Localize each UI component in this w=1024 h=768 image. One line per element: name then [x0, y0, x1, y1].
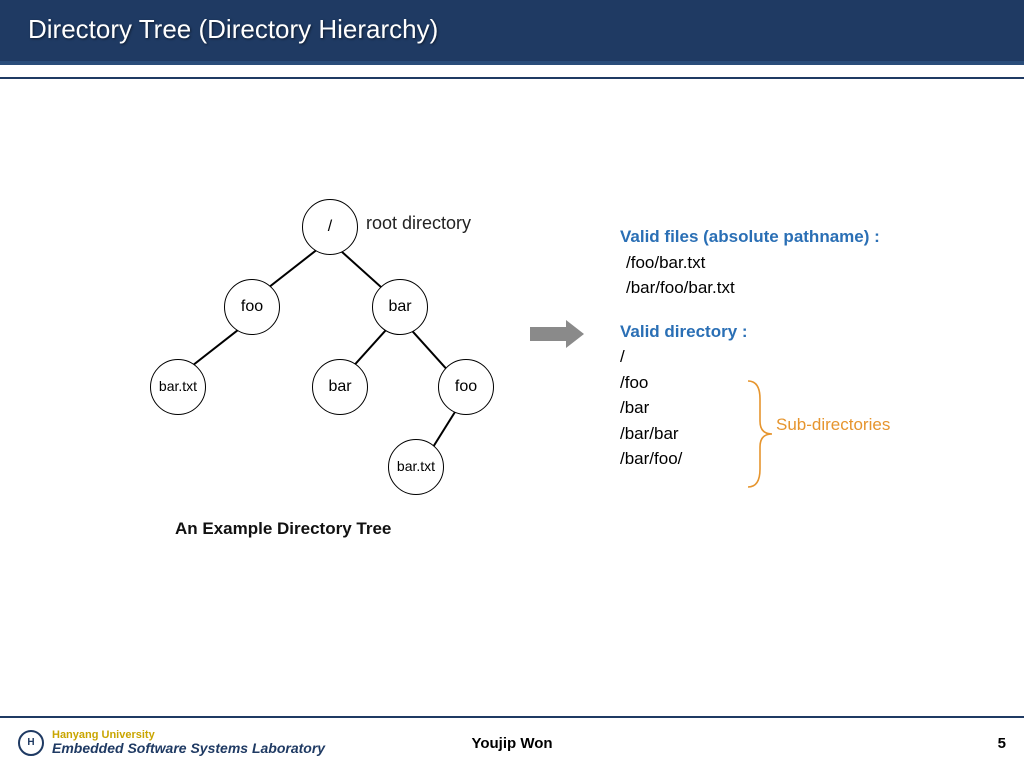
node-label: /: [328, 218, 332, 236]
slide-body: / foo bar bar.txt bar foo bar.txt root d…: [0, 79, 1024, 669]
file-path: /bar/foo/bar.txt: [620, 275, 880, 301]
node-bar-2: bar: [312, 359, 368, 415]
slide-footer: H Hanyang University Embedded Software S…: [0, 716, 1024, 768]
node-bar: bar: [372, 279, 428, 335]
slide-header: Directory Tree (Directory Hierarchy): [0, 0, 1024, 65]
author-name: Youjip Won: [471, 735, 552, 752]
dir-path: /: [620, 344, 880, 370]
brace-icon: [744, 379, 774, 489]
lab-branding: H Hanyang University Embedded Software S…: [18, 730, 325, 756]
arrow-icon: [530, 320, 584, 348]
valid-directory-heading: Valid directory :: [620, 319, 880, 345]
university-logo-icon: H: [18, 730, 44, 756]
node-label: bar: [328, 378, 351, 396]
valid-files-heading: Valid files (absolute pathname) :: [620, 224, 880, 250]
node-foo: foo: [224, 279, 280, 335]
node-foo-2: foo: [438, 359, 494, 415]
lab-name: Embedded Software Systems Laboratory: [52, 741, 325, 756]
node-label: foo: [455, 378, 477, 396]
diagram-caption: An Example Directory Tree: [175, 519, 391, 539]
subdirectories-label: Sub-directories: [776, 415, 890, 435]
node-label: bar: [388, 298, 411, 316]
root-directory-label: root directory: [366, 213, 471, 234]
directory-tree-diagram: / foo bar bar.txt bar foo bar.txt root d…: [160, 199, 500, 519]
node-label: foo: [241, 298, 263, 316]
node-bartxt-left: bar.txt: [150, 359, 206, 415]
page-number: 5: [998, 735, 1006, 752]
arrow-shaft: [530, 327, 566, 341]
node-label: bar.txt: [397, 459, 435, 474]
node-root: /: [302, 199, 358, 255]
node-label: bar.txt: [159, 379, 197, 394]
lab-text: Hanyang University Embedded Software Sys…: [52, 730, 325, 756]
file-path: /foo/bar.txt: [620, 250, 880, 276]
arrow-head: [566, 320, 584, 348]
slide-title: Directory Tree (Directory Hierarchy): [28, 14, 996, 45]
node-bartxt-right: bar.txt: [388, 439, 444, 495]
